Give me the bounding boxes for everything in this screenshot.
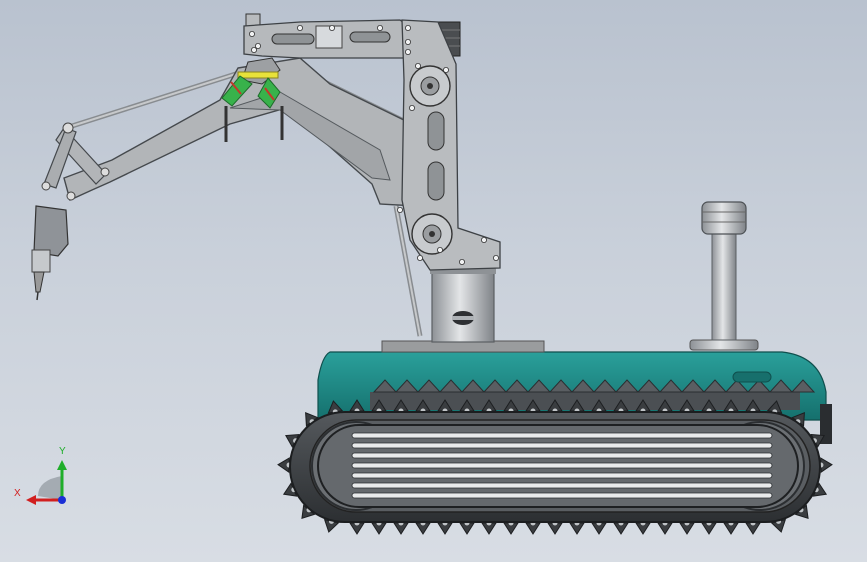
triad-x-arrow xyxy=(26,495,36,505)
triad-y-arrow xyxy=(57,460,67,470)
triad-z-axis xyxy=(58,496,66,504)
triad-y-label: Y xyxy=(59,446,66,457)
triad-z-plane xyxy=(38,476,62,500)
triad-x-label: X xyxy=(14,488,21,499)
cad-viewport[interactable]: X Y xyxy=(0,0,867,562)
axis-triad: X Y xyxy=(14,446,67,505)
